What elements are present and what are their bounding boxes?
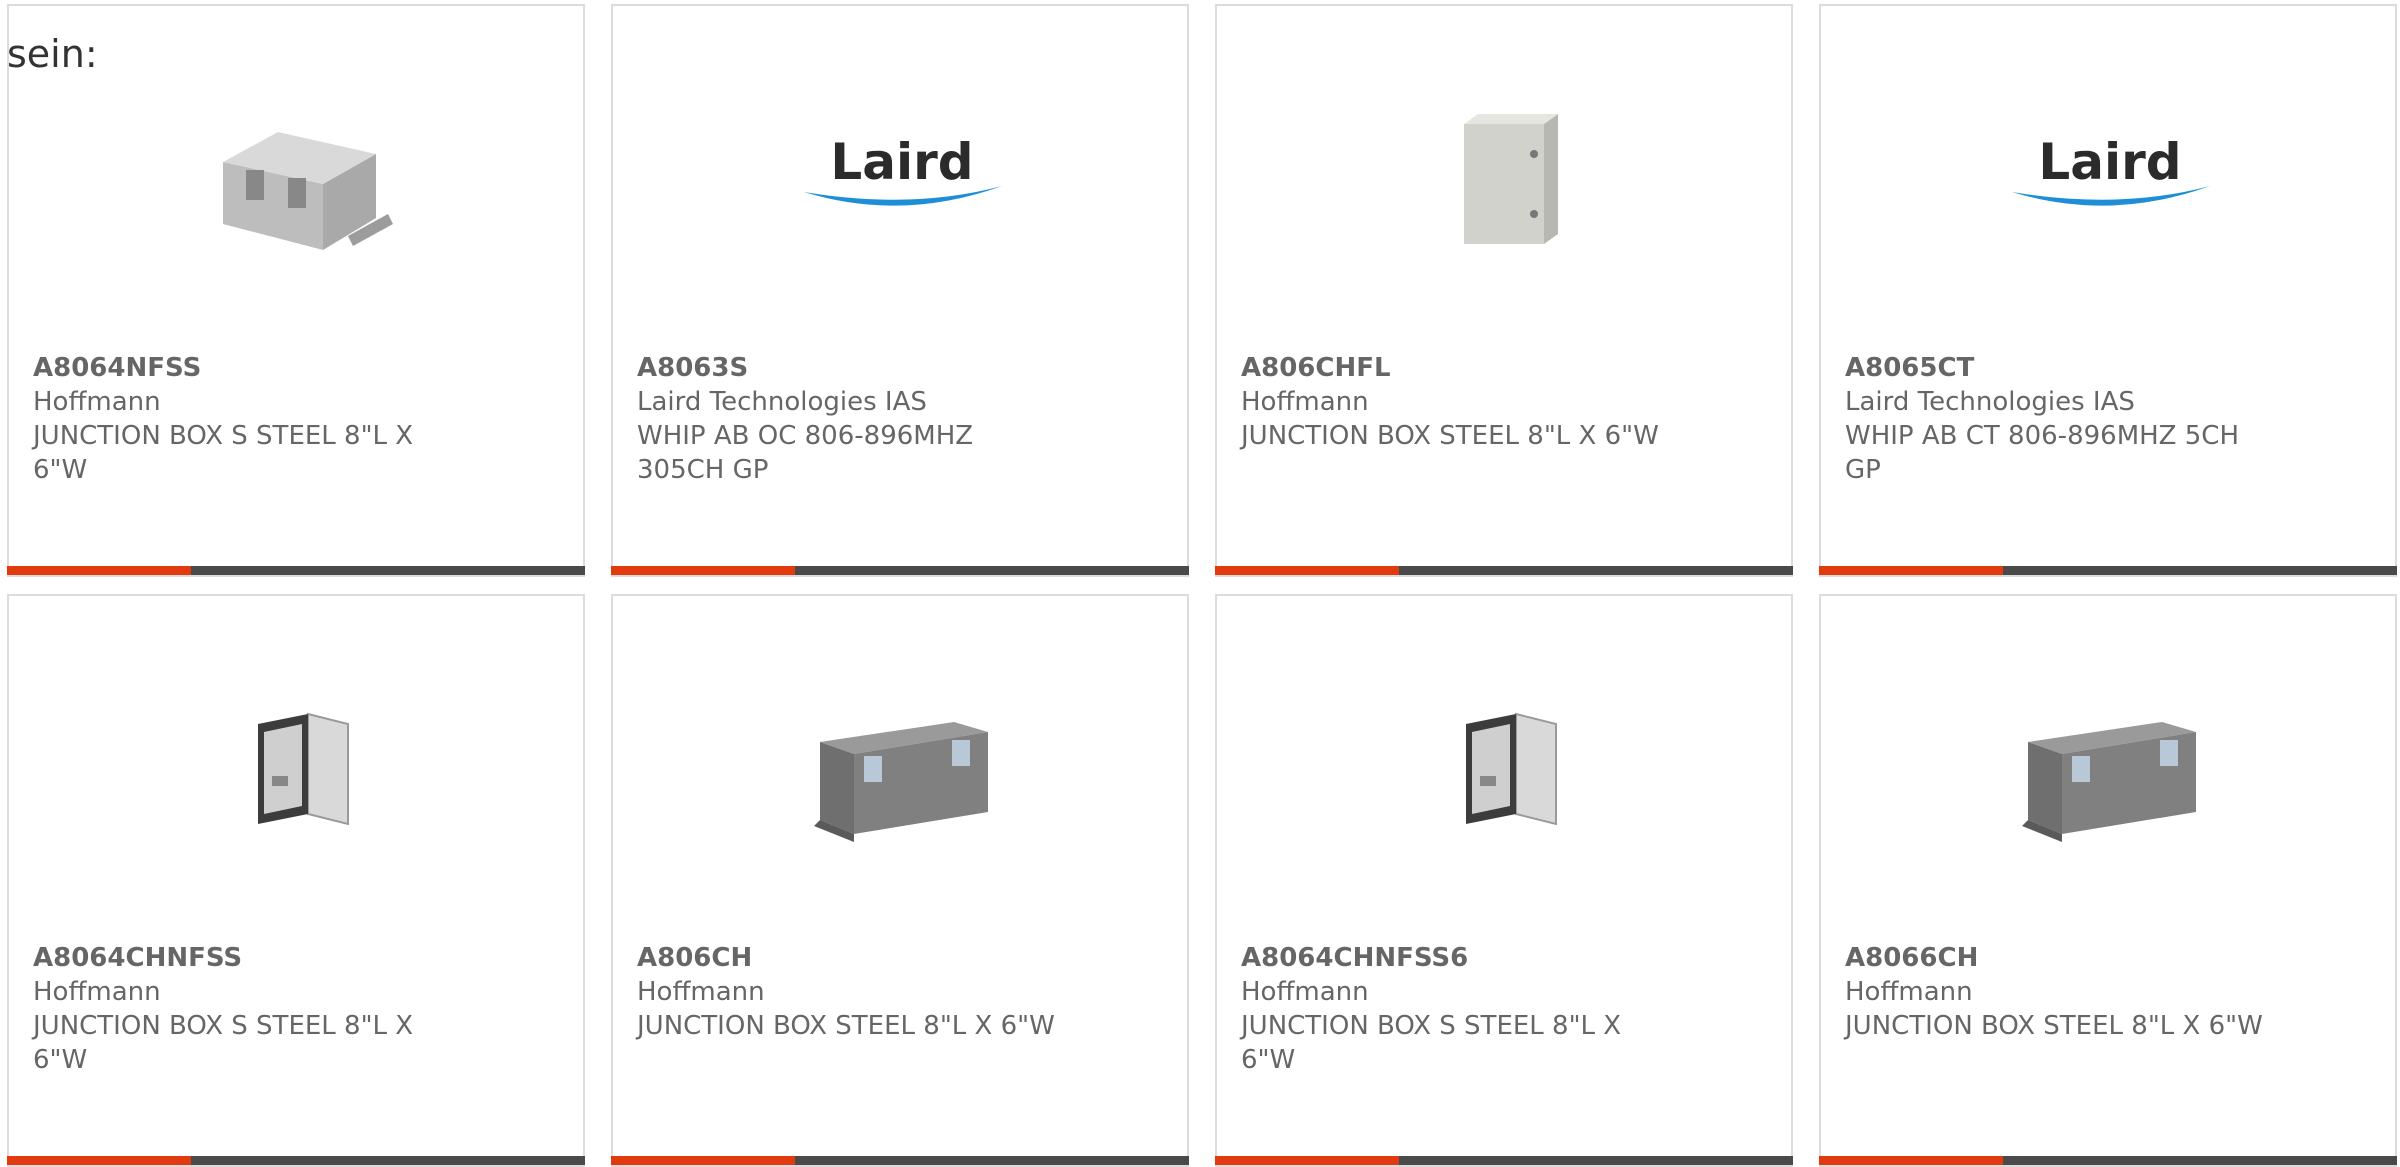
manufacturer: Hoffmann: [33, 977, 161, 1007]
product-grid: A8064NFSS Hoffmann JUNCTION BOX S STEEL …: [0, 0, 2400, 1167]
card-accent: [611, 566, 795, 575]
description: JUNCTION BOX S STEEL 8"L X 6"W: [1241, 1011, 1622, 1075]
product-card[interactable]: Laird A8065CT Laird Technologies IAS WHI…: [1819, 4, 2397, 577]
manufacturer: Laird Technologies IAS: [637, 387, 927, 417]
part-number[interactable]: A8064NFSS: [33, 351, 453, 385]
product-card[interactable]: A8066CH Hoffmann JUNCTION BOX STEEL 8"L …: [1819, 594, 2397, 1167]
manufacturer: Hoffmann: [1241, 387, 1369, 417]
card-bottom-bar: [611, 566, 1189, 575]
card-accent: [1819, 566, 2003, 575]
part-number[interactable]: A8064CHNFSS6: [1241, 941, 1661, 975]
product-image: Laird: [2010, 74, 2210, 274]
part-number[interactable]: A8064CHNFSS: [33, 941, 453, 975]
part-number[interactable]: A8065CT: [1845, 351, 2265, 385]
manufacturer: Hoffmann: [637, 977, 765, 1007]
description: JUNCTION BOX S STEEL 8"L X 6"W: [33, 1011, 414, 1075]
part-number[interactable]: A806CH: [637, 941, 1057, 975]
manufacturer: Hoffmann: [1845, 977, 1973, 1007]
manufacturer: Hoffmann: [33, 387, 161, 417]
product-image: [1406, 664, 1606, 864]
description: WHIP AB CT 806-896MHZ 5CH GP: [1845, 421, 2239, 485]
description: JUNCTION BOX STEEL 8"L X 6"W: [1241, 421, 1659, 451]
open-box-image: [1466, 712, 1557, 826]
product-image: [802, 664, 1002, 864]
product-card[interactable]: A8064CHNFSS Hoffmann JUNCTION BOX S STEE…: [7, 594, 585, 1167]
card-bottom-bar: [1215, 566, 1793, 575]
open-box-image: [258, 712, 349, 826]
card-accent: [1215, 566, 1399, 575]
product-image: [1406, 74, 1606, 274]
laird-logo: Laird: [804, 133, 1002, 206]
laird-logo-text: Laird: [2038, 133, 2181, 191]
gray-box-image: [814, 722, 988, 842]
product-image: [2010, 664, 2210, 864]
description: WHIP AB OC 806-896MHZ 305CH GP: [637, 421, 974, 485]
description: JUNCTION BOX S STEEL 8"L X 6"W: [33, 421, 414, 485]
part-number[interactable]: A8066CH: [1845, 941, 2265, 975]
product-image: [198, 74, 398, 274]
stainless-box-closed-image: [223, 132, 393, 250]
laird-logo: Laird: [2012, 133, 2210, 206]
product-card[interactable]: A806CHFL Hoffmann JUNCTION BOX STEEL 8"L…: [1215, 4, 1793, 577]
description: JUNCTION BOX STEEL 8"L X 6"W: [1845, 1011, 2263, 1041]
description: JUNCTION BOX STEEL 8"L X 6"W: [637, 1011, 1055, 1041]
manufacturer: Hoffmann: [1241, 977, 1369, 1007]
product-card[interactable]: A8064CHNFSS6 Hoffmann JUNCTION BOX S STE…: [1215, 594, 1793, 1167]
card-bottom-bar: [1819, 566, 2397, 575]
part-number[interactable]: A8063S: [637, 351, 1057, 385]
product-image: Laird: [802, 74, 1002, 274]
card-bottom-bar: [7, 566, 585, 575]
laird-logo-text: Laird: [830, 133, 973, 191]
gray-box-image: [2022, 722, 2196, 842]
gray-enclosure-image: [1464, 114, 1558, 244]
manufacturer: Laird Technologies IAS: [1845, 387, 2135, 417]
product-card[interactable]: A806CH Hoffmann JUNCTION BOX STEEL 8"L X…: [611, 594, 1189, 1167]
product-card[interactable]: A8064NFSS Hoffmann JUNCTION BOX S STEEL …: [7, 4, 585, 577]
product-image: [198, 664, 398, 864]
part-number[interactable]: A806CHFL: [1241, 351, 1661, 385]
intro-text: sein:: [7, 32, 98, 76]
card-accent: [7, 566, 191, 575]
product-card[interactable]: Laird A8063S Laird Technologies IAS WHIP…: [611, 4, 1189, 577]
